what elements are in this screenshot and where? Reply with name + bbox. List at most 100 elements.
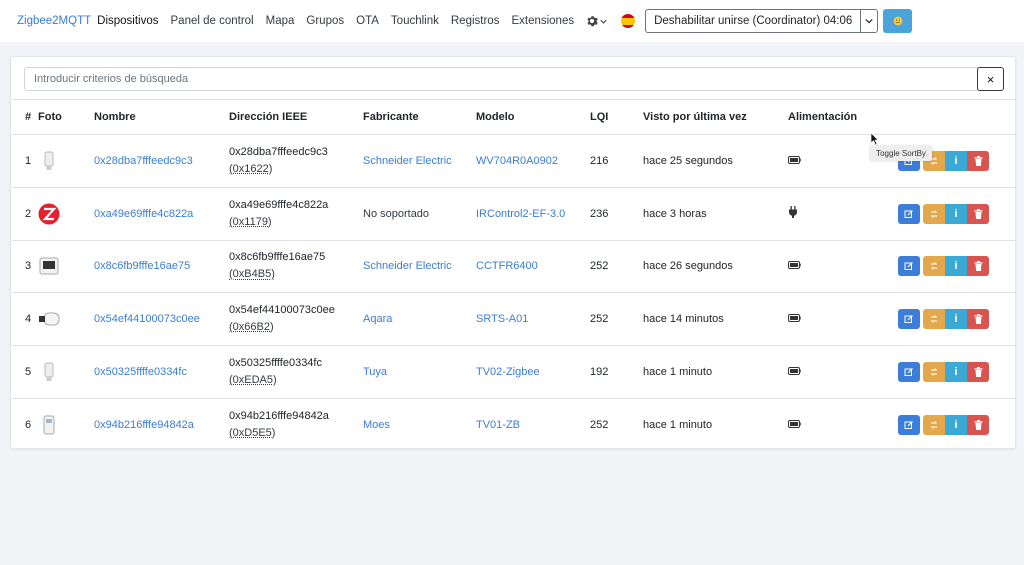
delete-button[interactable] — [967, 150, 989, 171]
device-name-link[interactable]: 0x8c6fb9fffe16ae75 — [94, 260, 190, 272]
nav-mapa[interactable]: Mapa — [266, 15, 295, 27]
nav-ota[interactable]: OTA — [356, 15, 379, 27]
battery-icon — [788, 419, 801, 431]
chevron-down-icon — [865, 18, 873, 24]
rename-button[interactable] — [923, 415, 945, 436]
edit-button[interactable] — [898, 362, 920, 383]
ieee-address: 0x50325ffffe0334fc — [229, 357, 322, 370]
spain-flag-icon[interactable] — [621, 14, 636, 28]
info-icon: i — [954, 419, 958, 432]
ieee-address: 0xa49e69fffe4c822a — [229, 198, 329, 211]
header-actions — [898, 99, 1016, 135]
model-link[interactable]: IRControl2-EF-3.0 — [476, 208, 565, 220]
model-link[interactable]: TV01-ZB — [476, 419, 520, 431]
delete-icon — [974, 420, 982, 431]
manufacturer[interactable]: Tuya — [363, 366, 387, 378]
header-visto[interactable]: Visto por última vez — [643, 99, 788, 135]
lqi-value: 216 — [590, 134, 643, 188]
delete-button[interactable] — [967, 309, 989, 330]
battery-icon — [788, 313, 801, 325]
lqi-value: 252 — [590, 240, 643, 294]
edit-button[interactable] — [898, 309, 920, 330]
model-link[interactable]: TV02-Zigbee — [476, 366, 540, 378]
info-button[interactable]: i — [945, 415, 967, 436]
brand-link[interactable]: Zigbee2MQTT — [17, 15, 91, 27]
lqi-value: 252 — [590, 292, 643, 347]
permit-join-dropdown[interactable] — [860, 10, 877, 32]
valve-icon[interactable] — [38, 361, 60, 383]
info-button[interactable]: i — [945, 150, 967, 171]
extra-button[interactable] — [883, 9, 913, 33]
permit-join-button[interactable]: Deshabilitar unirse (Coordinator) 04:06 — [646, 10, 860, 32]
device-name-link[interactable]: 0x94b216fffe94842a — [94, 419, 194, 431]
battery-icon — [788, 366, 801, 378]
clear-search-button[interactable]: × — [977, 67, 1004, 91]
nav-grupos[interactable]: Grupos — [306, 15, 344, 27]
rename-button[interactable] — [923, 309, 945, 330]
edit-button[interactable] — [898, 203, 920, 224]
zigbee-logo-icon[interactable] — [38, 203, 60, 225]
delete-button[interactable] — [967, 415, 989, 436]
manufacturer[interactable]: Schneider Electric — [363, 155, 452, 167]
info-icon: i — [954, 366, 958, 379]
thermostat-icon[interactable] — [38, 255, 60, 277]
info-button[interactable]: i — [945, 309, 967, 330]
nav-panel-de-control[interactable]: Panel de control — [171, 15, 254, 27]
lqi-value: 236 — [590, 187, 643, 241]
search-input[interactable] — [24, 67, 978, 91]
model-link[interactable]: SRTS-A01 — [476, 313, 528, 325]
radiator-valve-icon[interactable] — [38, 308, 60, 330]
edit-icon — [904, 368, 913, 377]
nav-registros[interactable]: Registros — [451, 15, 500, 27]
device-row: 1 0x28dba7fffeedc9c3 0x28dba7fffeedc9c3 (0x… — [12, 134, 1016, 188]
row-number: 6 — [25, 419, 32, 432]
search-bar: × — [24, 67, 1004, 91]
ieee-address: 0x8c6fb9fffe16ae75 — [229, 251, 326, 264]
delete-button[interactable] — [967, 362, 989, 383]
header-ieee[interactable]: Dirección IEEE — [229, 99, 363, 135]
network-address: (0x1622) — [229, 162, 273, 175]
header-num[interactable]: # — [12, 99, 38, 135]
display-valve-icon[interactable] — [38, 414, 60, 436]
manufacturer[interactable]: Moes — [363, 419, 390, 431]
smiley-icon — [893, 16, 903, 26]
header-modelo[interactable]: Modelo — [476, 99, 590, 135]
settings-menu[interactable] — [586, 15, 607, 27]
manufacturer[interactable]: Schneider Electric — [363, 260, 452, 272]
rename-button[interactable] — [923, 256, 945, 277]
valve-icon[interactable] — [38, 150, 60, 172]
rename-button[interactable] — [923, 362, 945, 383]
header-foto[interactable]: Foto — [38, 99, 94, 135]
delete-button[interactable] — [967, 203, 989, 224]
delete-button[interactable] — [967, 256, 989, 277]
edit-button[interactable] — [898, 256, 920, 277]
header-nombre[interactable]: Nombre — [94, 99, 229, 135]
device-name-link[interactable]: 0x54ef44100073c0ee — [94, 313, 200, 325]
device-row: 3 0x8c6fb9fffe16ae75 0x8c6fb9fffe16ae75 (0x… — [12, 240, 1016, 294]
model-link[interactable]: WV704R0A0902 — [476, 155, 558, 167]
manufacturer[interactable]: Aqara — [363, 313, 392, 325]
device-name-link[interactable]: 0xa49e69fffe4c822a — [94, 208, 193, 220]
manufacturer: No soportado — [363, 207, 430, 220]
last-seen: hace 14 minutos — [643, 292, 788, 347]
info-button[interactable]: i — [945, 362, 967, 383]
edit-icon — [904, 421, 913, 430]
info-button[interactable]: i — [945, 256, 967, 277]
edit-button[interactable] — [898, 415, 920, 436]
network-address: (0x66B2) — [229, 321, 274, 334]
network-address: (0xEDA5) — [229, 374, 277, 387]
device-name-link[interactable]: 0x50325ffffe0334fc — [94, 366, 187, 378]
header-lqi[interactable]: LQI — [590, 99, 643, 135]
info-button[interactable]: i — [945, 203, 967, 224]
nav-dispositivos[interactable]: Dispositivos — [97, 15, 158, 27]
rename-icon — [930, 368, 938, 376]
nav-extensiones[interactable]: Extensiones — [511, 15, 574, 27]
model-link[interactable]: CCTFR6400 — [476, 260, 538, 272]
device-name-link[interactable]: 0x28dba7fffeedc9c3 — [94, 155, 193, 167]
header-alimentacion[interactable]: Alimentación — [788, 99, 898, 135]
rename-icon — [930, 209, 938, 218]
permit-join-control: Deshabilitar unirse (Coordinator) 04:06 — [645, 9, 879, 33]
rename-button[interactable] — [923, 203, 945, 224]
header-fabricante[interactable]: Fabricante — [363, 99, 476, 135]
nav-touchlink[interactable]: Touchlink — [391, 15, 439, 27]
